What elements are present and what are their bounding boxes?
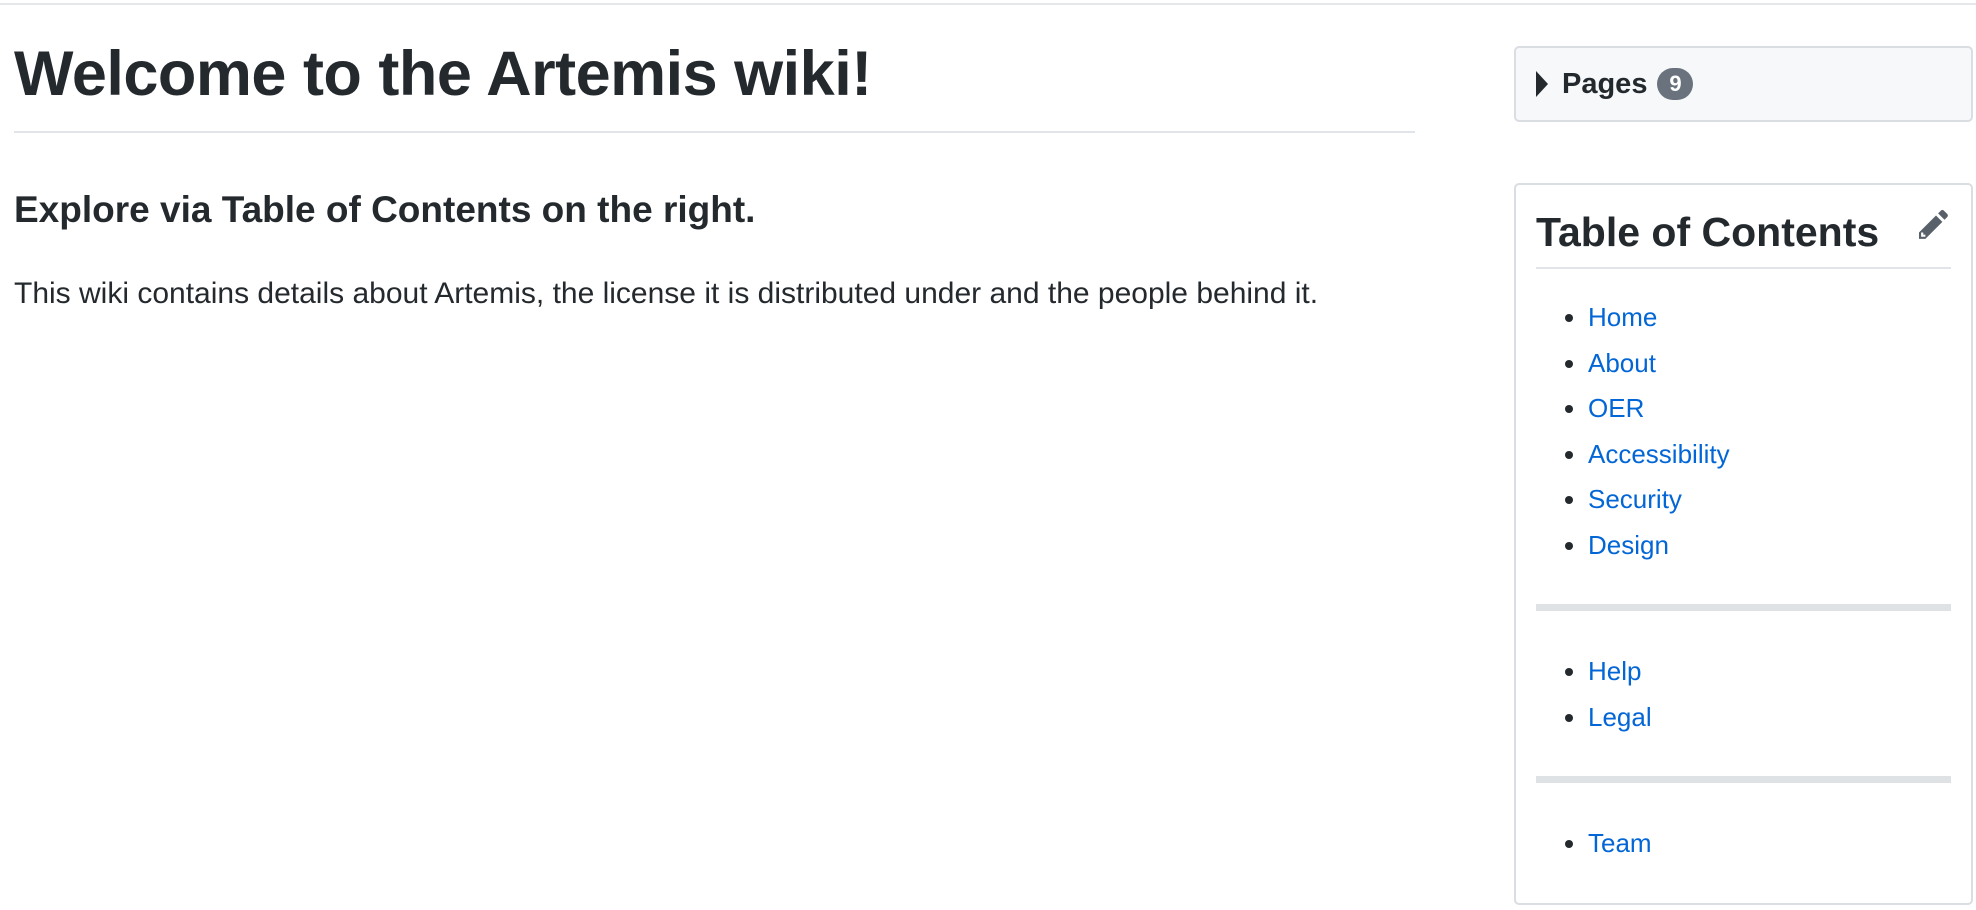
pages-count-badge: 9 bbox=[1657, 68, 1694, 100]
page-body-text: This wiki contains details about Artemis… bbox=[14, 276, 1319, 310]
toc-link-design[interactable]: Design bbox=[1588, 530, 1669, 560]
page-subheading: Explore via Table of Contents on the rig… bbox=[14, 189, 756, 231]
pages-toggle[interactable]: Pages 9 bbox=[1514, 46, 1973, 122]
toc-item: Accessibility bbox=[1588, 432, 1951, 478]
toc-list-people: Team bbox=[1536, 821, 1951, 867]
toc-item: Legal bbox=[1588, 695, 1951, 741]
top-divider bbox=[0, 0, 1976, 5]
toc-link-security[interactable]: Security bbox=[1588, 484, 1682, 514]
toc-list-support: Help Legal bbox=[1536, 649, 1951, 740]
toc-item: Help bbox=[1588, 649, 1951, 695]
toc-item: Security bbox=[1588, 477, 1951, 523]
toc-item: Home bbox=[1588, 295, 1951, 341]
toc-divider bbox=[1536, 776, 1951, 784]
toc-link-help[interactable]: Help bbox=[1588, 656, 1641, 686]
toc-item: Design bbox=[1588, 523, 1951, 569]
toc-link-oer[interactable]: OER bbox=[1588, 393, 1644, 423]
toc-link-accessibility[interactable]: Accessibility bbox=[1588, 439, 1730, 469]
toc-link-team[interactable]: Team bbox=[1588, 828, 1652, 858]
wiki-content: Welcome to the Artemis wiki! Explore via… bbox=[14, 39, 1415, 318]
toc-title: Table of Contents bbox=[1536, 185, 1951, 270]
toc-divider bbox=[1536, 604, 1951, 612]
toc-link-legal[interactable]: Legal bbox=[1588, 702, 1652, 732]
table-of-contents: Table of Contents Home About OER Accessi… bbox=[1514, 183, 1973, 905]
pages-label: Pages bbox=[1562, 67, 1648, 100]
pencil-icon[interactable] bbox=[1919, 207, 1953, 241]
toc-link-home[interactable]: Home bbox=[1588, 302, 1657, 332]
toc-item: About bbox=[1588, 341, 1951, 387]
toc-item: Team bbox=[1588, 821, 1951, 867]
triangle-right-icon bbox=[1536, 71, 1548, 97]
toc-link-about[interactable]: About bbox=[1588, 348, 1656, 378]
toc-item: OER bbox=[1588, 386, 1951, 432]
page-title: Welcome to the Artemis wiki! bbox=[14, 39, 1415, 134]
toc-list-main: Home About OER Accessibility Security De… bbox=[1536, 295, 1951, 568]
